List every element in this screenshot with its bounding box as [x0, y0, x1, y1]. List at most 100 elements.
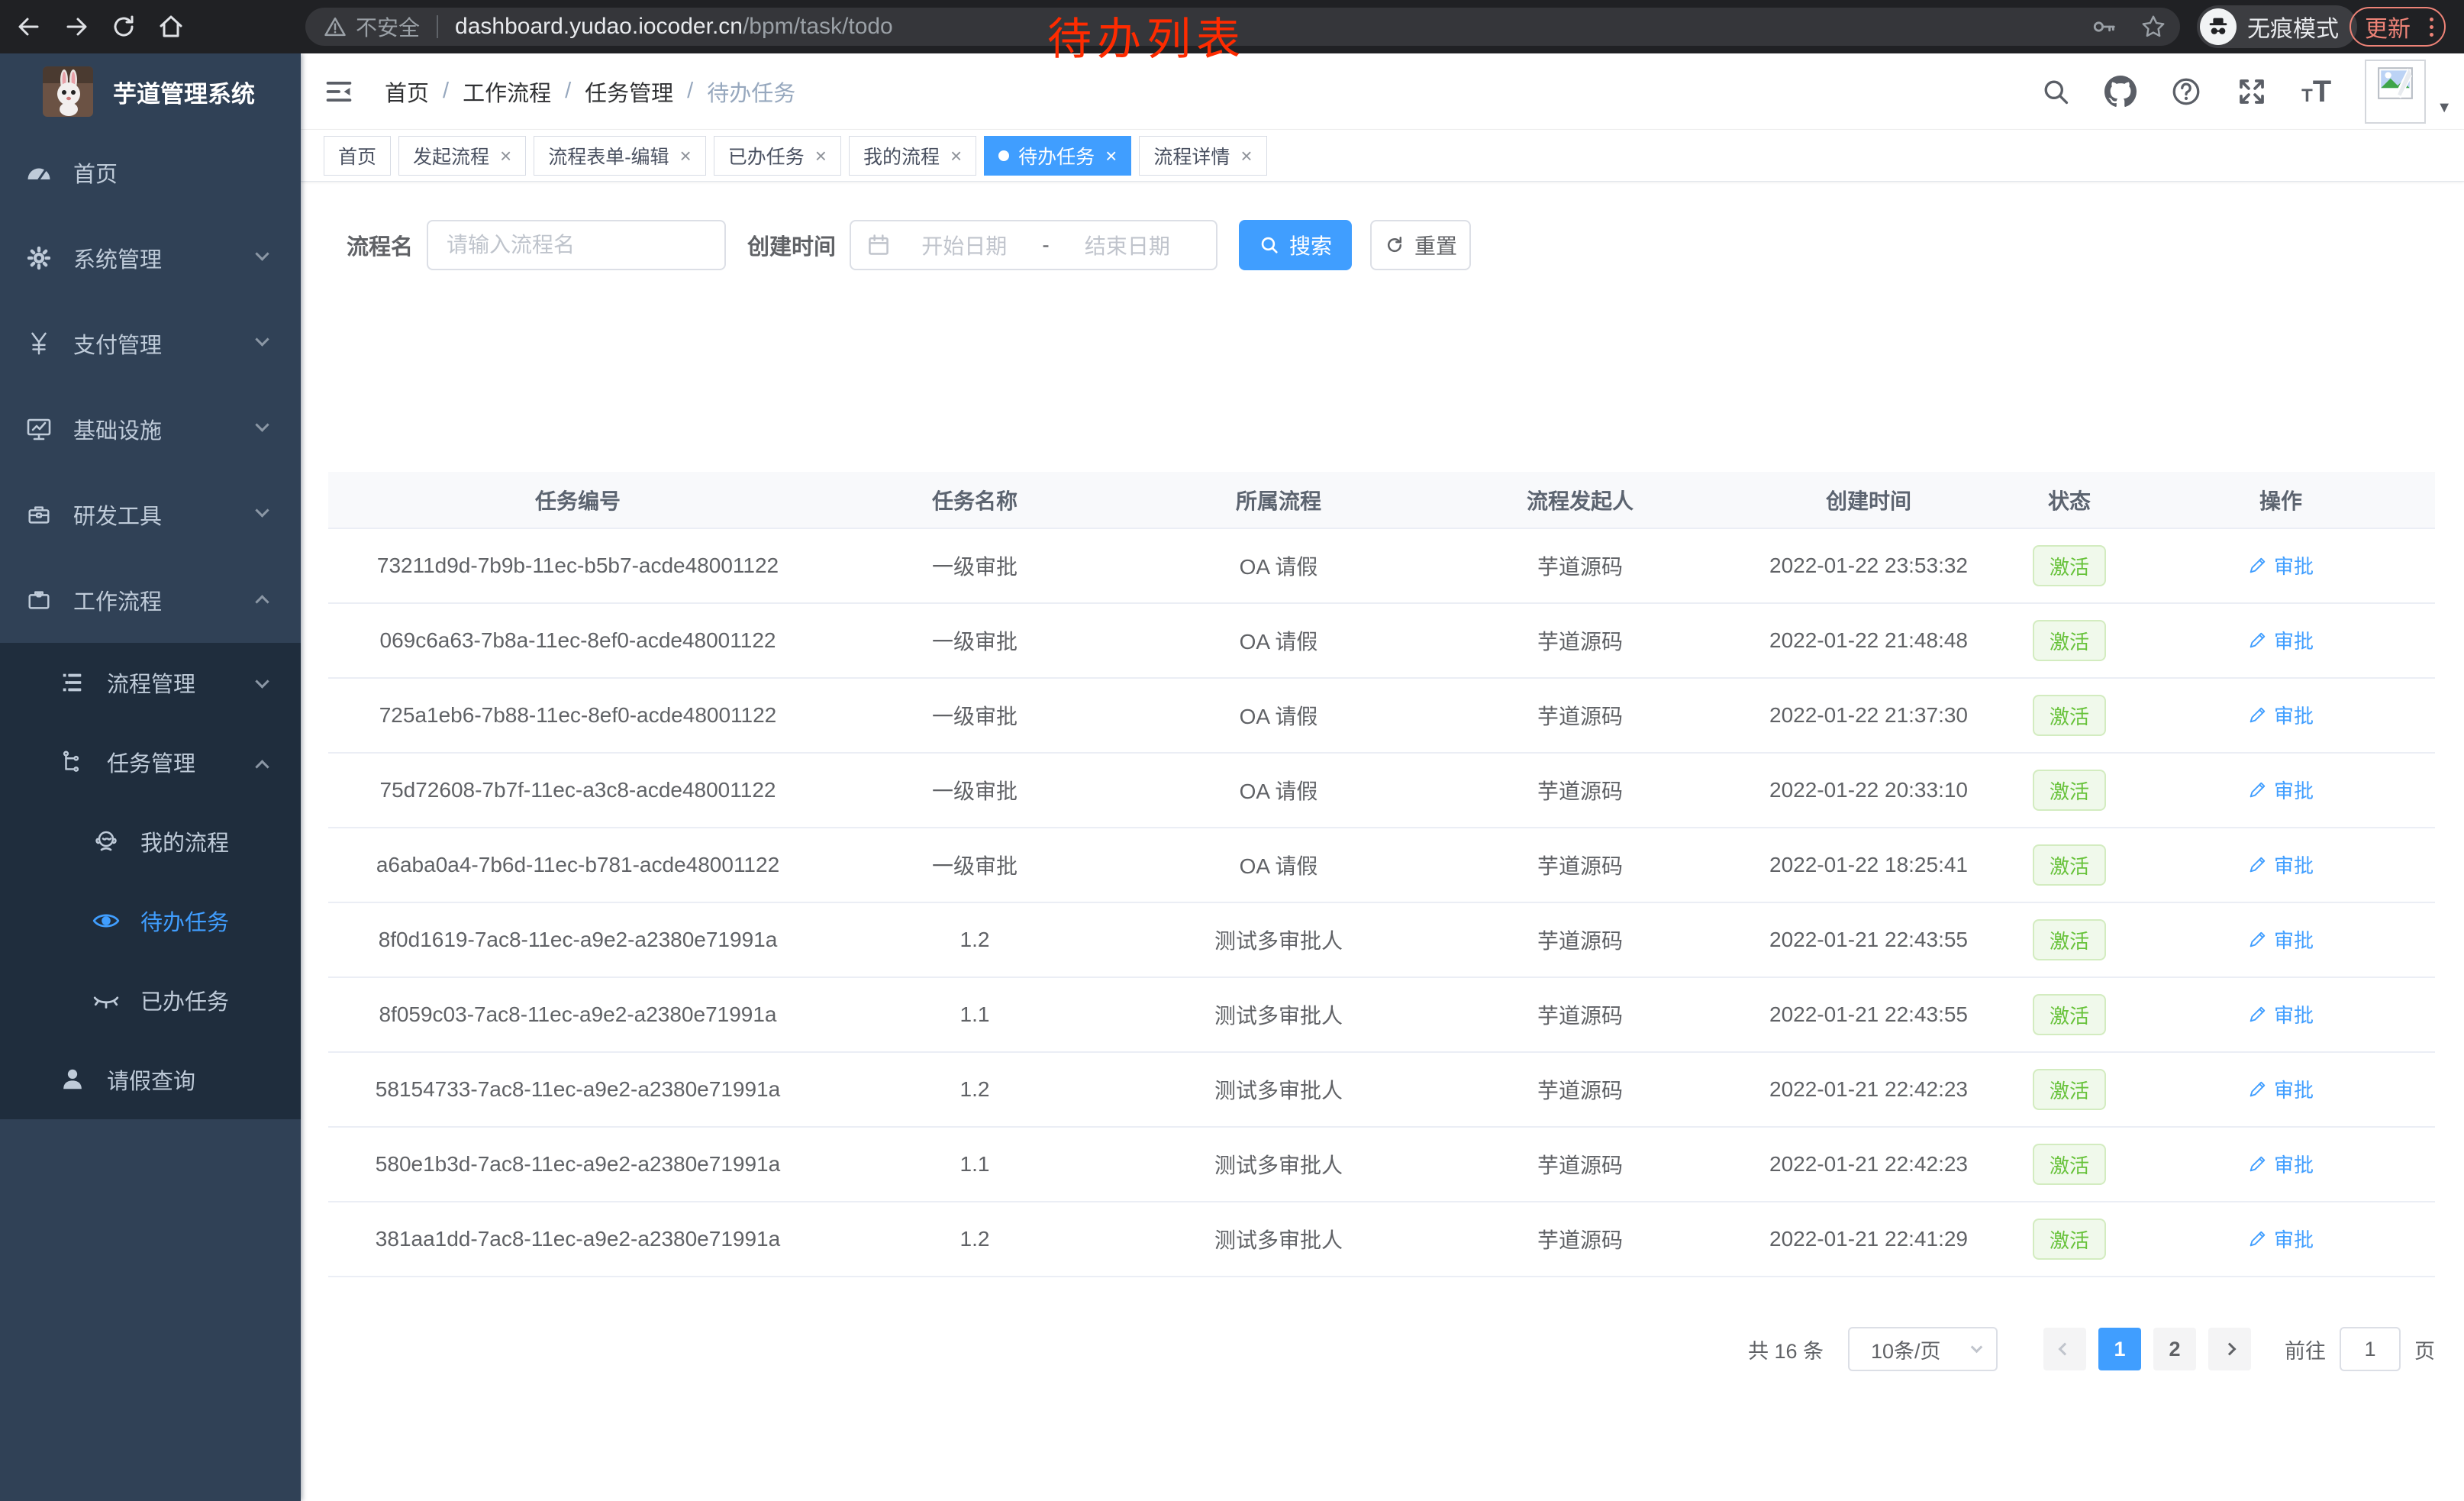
- table-row-2: 725a1eb6-7b88-11ec-8ef0-acde48001122一级审批…: [328, 678, 2435, 753]
- approve-link[interactable]: 审批: [2248, 851, 2314, 879]
- breadcrumb-item-1[interactable]: 工作流程: [463, 76, 551, 108]
- bookmark-star-icon[interactable]: [2140, 14, 2166, 40]
- sidebar-item-8[interactable]: 我的流程: [0, 802, 301, 881]
- top-navbar: 首页/工作流程/任务管理/待办任务 TT ▼: [301, 53, 2464, 130]
- task-id-cell: 069c6a63-7b8a-11ec-8ef0-acde48001122: [328, 603, 827, 678]
- process-name-label: 流程名: [347, 229, 413, 261]
- close-icon[interactable]: ×: [815, 146, 827, 166]
- password-key-icon[interactable]: [2091, 14, 2117, 40]
- breadcrumb-item-2[interactable]: 任务管理: [585, 76, 673, 108]
- column-header: 创建时间: [1725, 472, 2012, 528]
- task-name-cell: 1.2: [827, 1202, 1122, 1277]
- browser-back-button[interactable]: [11, 8, 47, 45]
- approve-link[interactable]: 审批: [2248, 626, 2314, 654]
- sidebar-item-4[interactable]: 研发工具: [0, 472, 301, 557]
- page-button-1[interactable]: 1: [2098, 1328, 2141, 1370]
- sidebar-item-11[interactable]: 请假查询: [0, 1040, 301, 1119]
- person-icon: [58, 1067, 87, 1093]
- date-range-picker[interactable]: 开始日期 - 结束日期: [850, 220, 1217, 270]
- main-area: 首页/工作流程/任务管理/待办任务 TT ▼: [301, 53, 2464, 1501]
- incognito-label: 无痕模式: [2247, 10, 2339, 44]
- fullscreen-icon[interactable]: [2236, 76, 2268, 108]
- status-badge: 激活: [2033, 1219, 2106, 1260]
- sidebar-item-1[interactable]: 系统管理: [0, 215, 301, 301]
- tab-5[interactable]: 待办任务×: [984, 136, 1131, 176]
- font-size-icon[interactable]: TT: [2301, 75, 2331, 109]
- toolbox-icon: [24, 502, 53, 528]
- browser-update-button[interactable]: 更新: [2350, 7, 2446, 47]
- browser-home-button[interactable]: [153, 8, 189, 45]
- close-icon[interactable]: ×: [680, 146, 692, 166]
- sidebar-collapse-icon[interactable]: [324, 76, 354, 107]
- help-icon[interactable]: [2170, 76, 2202, 108]
- sidebar-item-label: 已办任务: [140, 984, 229, 1016]
- approve-link[interactable]: 审批: [2248, 1150, 2314, 1178]
- sidebar-item-label: 研发工具: [73, 499, 162, 531]
- sidebar-item-7[interactable]: 任务管理: [0, 722, 301, 802]
- approve-link[interactable]: 审批: [2248, 776, 2314, 804]
- approve-link[interactable]: 审批: [2248, 1000, 2314, 1028]
- start-date-placeholder: 开始日期: [891, 230, 1037, 260]
- sidebar-item-3[interactable]: 基础设施: [0, 386, 301, 472]
- status-cell: 激活: [2012, 603, 2127, 678]
- create-time-cell: 2022-01-21 22:41:29: [1725, 1202, 2012, 1277]
- search-icon[interactable]: [2040, 76, 2071, 107]
- tab-2[interactable]: 流程表单-编辑×: [534, 136, 706, 176]
- github-icon[interactable]: [2104, 76, 2137, 108]
- browser-forward-button[interactable]: [58, 8, 95, 45]
- process-name-input[interactable]: [427, 220, 726, 270]
- tab-3[interactable]: 已办任务×: [714, 136, 841, 176]
- url-host: dashboard.yudao.iocoder.cn: [455, 14, 743, 40]
- page-size-select[interactable]: 10条/页: [1848, 1327, 1998, 1371]
- reset-button[interactable]: 重置: [1370, 220, 1471, 270]
- breadcrumb-item-0[interactable]: 首页: [385, 76, 429, 108]
- chevron-down-icon: [255, 247, 269, 260]
- sidebar-item-2[interactable]: 支付管理: [0, 301, 301, 386]
- table-row-4: a6aba0a4-7b6d-11ec-b781-acde48001122一级审批…: [328, 828, 2435, 902]
- approve-label: 审批: [2274, 925, 2314, 954]
- tab-0[interactable]: 首页: [324, 136, 391, 176]
- create-time-cell: 2022-01-22 18:25:41: [1725, 828, 2012, 902]
- yen-icon: [24, 331, 53, 357]
- pencil-icon: [2248, 929, 2268, 949]
- tabs-bar: 首页发起流程×流程表单-编辑×已办任务×我的流程×待办任务×流程详情×: [301, 130, 2464, 182]
- close-icon[interactable]: ×: [1240, 146, 1252, 166]
- tab-1[interactable]: 发起流程×: [398, 136, 526, 176]
- page-button-2[interactable]: 2: [2153, 1328, 2196, 1370]
- close-icon[interactable]: ×: [500, 146, 511, 166]
- close-icon[interactable]: ×: [950, 146, 962, 166]
- next-page-button[interactable]: [2208, 1328, 2251, 1370]
- browser-menu-icon[interactable]: [2430, 18, 2433, 37]
- sidebar-item-label: 我的流程: [140, 825, 229, 857]
- tab-6[interactable]: 流程详情×: [1139, 136, 1266, 176]
- chevron-down-icon: [1971, 1341, 1983, 1353]
- close-icon[interactable]: ×: [1105, 146, 1117, 166]
- url-path: /bpm/task/todo: [743, 14, 893, 40]
- sidebar-item-label: 任务管理: [107, 746, 195, 778]
- app-logo[interactable]: 芋道管理系统: [0, 53, 301, 130]
- sidebar-item-10[interactable]: 已办任务: [0, 960, 301, 1040]
- approve-label: 审批: [2274, 701, 2314, 729]
- approve-link[interactable]: 审批: [2248, 551, 2314, 579]
- sidebar-item-6[interactable]: 流程管理: [0, 643, 301, 722]
- pencil-icon: [2248, 780, 2268, 799]
- column-header: 操作: [2127, 472, 2435, 528]
- prev-page-button[interactable]: [2043, 1328, 2086, 1370]
- approve-link[interactable]: 审批: [2248, 701, 2314, 729]
- browser-reload-button[interactable]: [105, 8, 142, 45]
- tab-4[interactable]: 我的流程×: [849, 136, 976, 176]
- sidebar-item-0[interactable]: 首页: [0, 130, 301, 215]
- user-avatar-dropdown[interactable]: ▼: [2365, 60, 2452, 124]
- approve-link[interactable]: 审批: [2248, 925, 2314, 954]
- approve-link[interactable]: 审批: [2248, 1075, 2314, 1103]
- create-time-cell: 2022-01-22 20:33:10: [1725, 753, 2012, 828]
- task-name-cell: 1.2: [827, 902, 1122, 977]
- status-badge: 激活: [2033, 919, 2106, 960]
- sidebar-item-5[interactable]: 工作流程: [0, 557, 301, 643]
- approve-link[interactable]: 审批: [2248, 1225, 2314, 1253]
- total-count: 共 16 条: [1748, 1335, 1824, 1364]
- goto-page-input[interactable]: [2340, 1327, 2401, 1371]
- create-time-cell: 2022-01-21 22:42:23: [1725, 1127, 2012, 1202]
- search-button[interactable]: 搜索: [1239, 220, 1352, 270]
- sidebar-item-9[interactable]: 待办任务: [0, 881, 301, 960]
